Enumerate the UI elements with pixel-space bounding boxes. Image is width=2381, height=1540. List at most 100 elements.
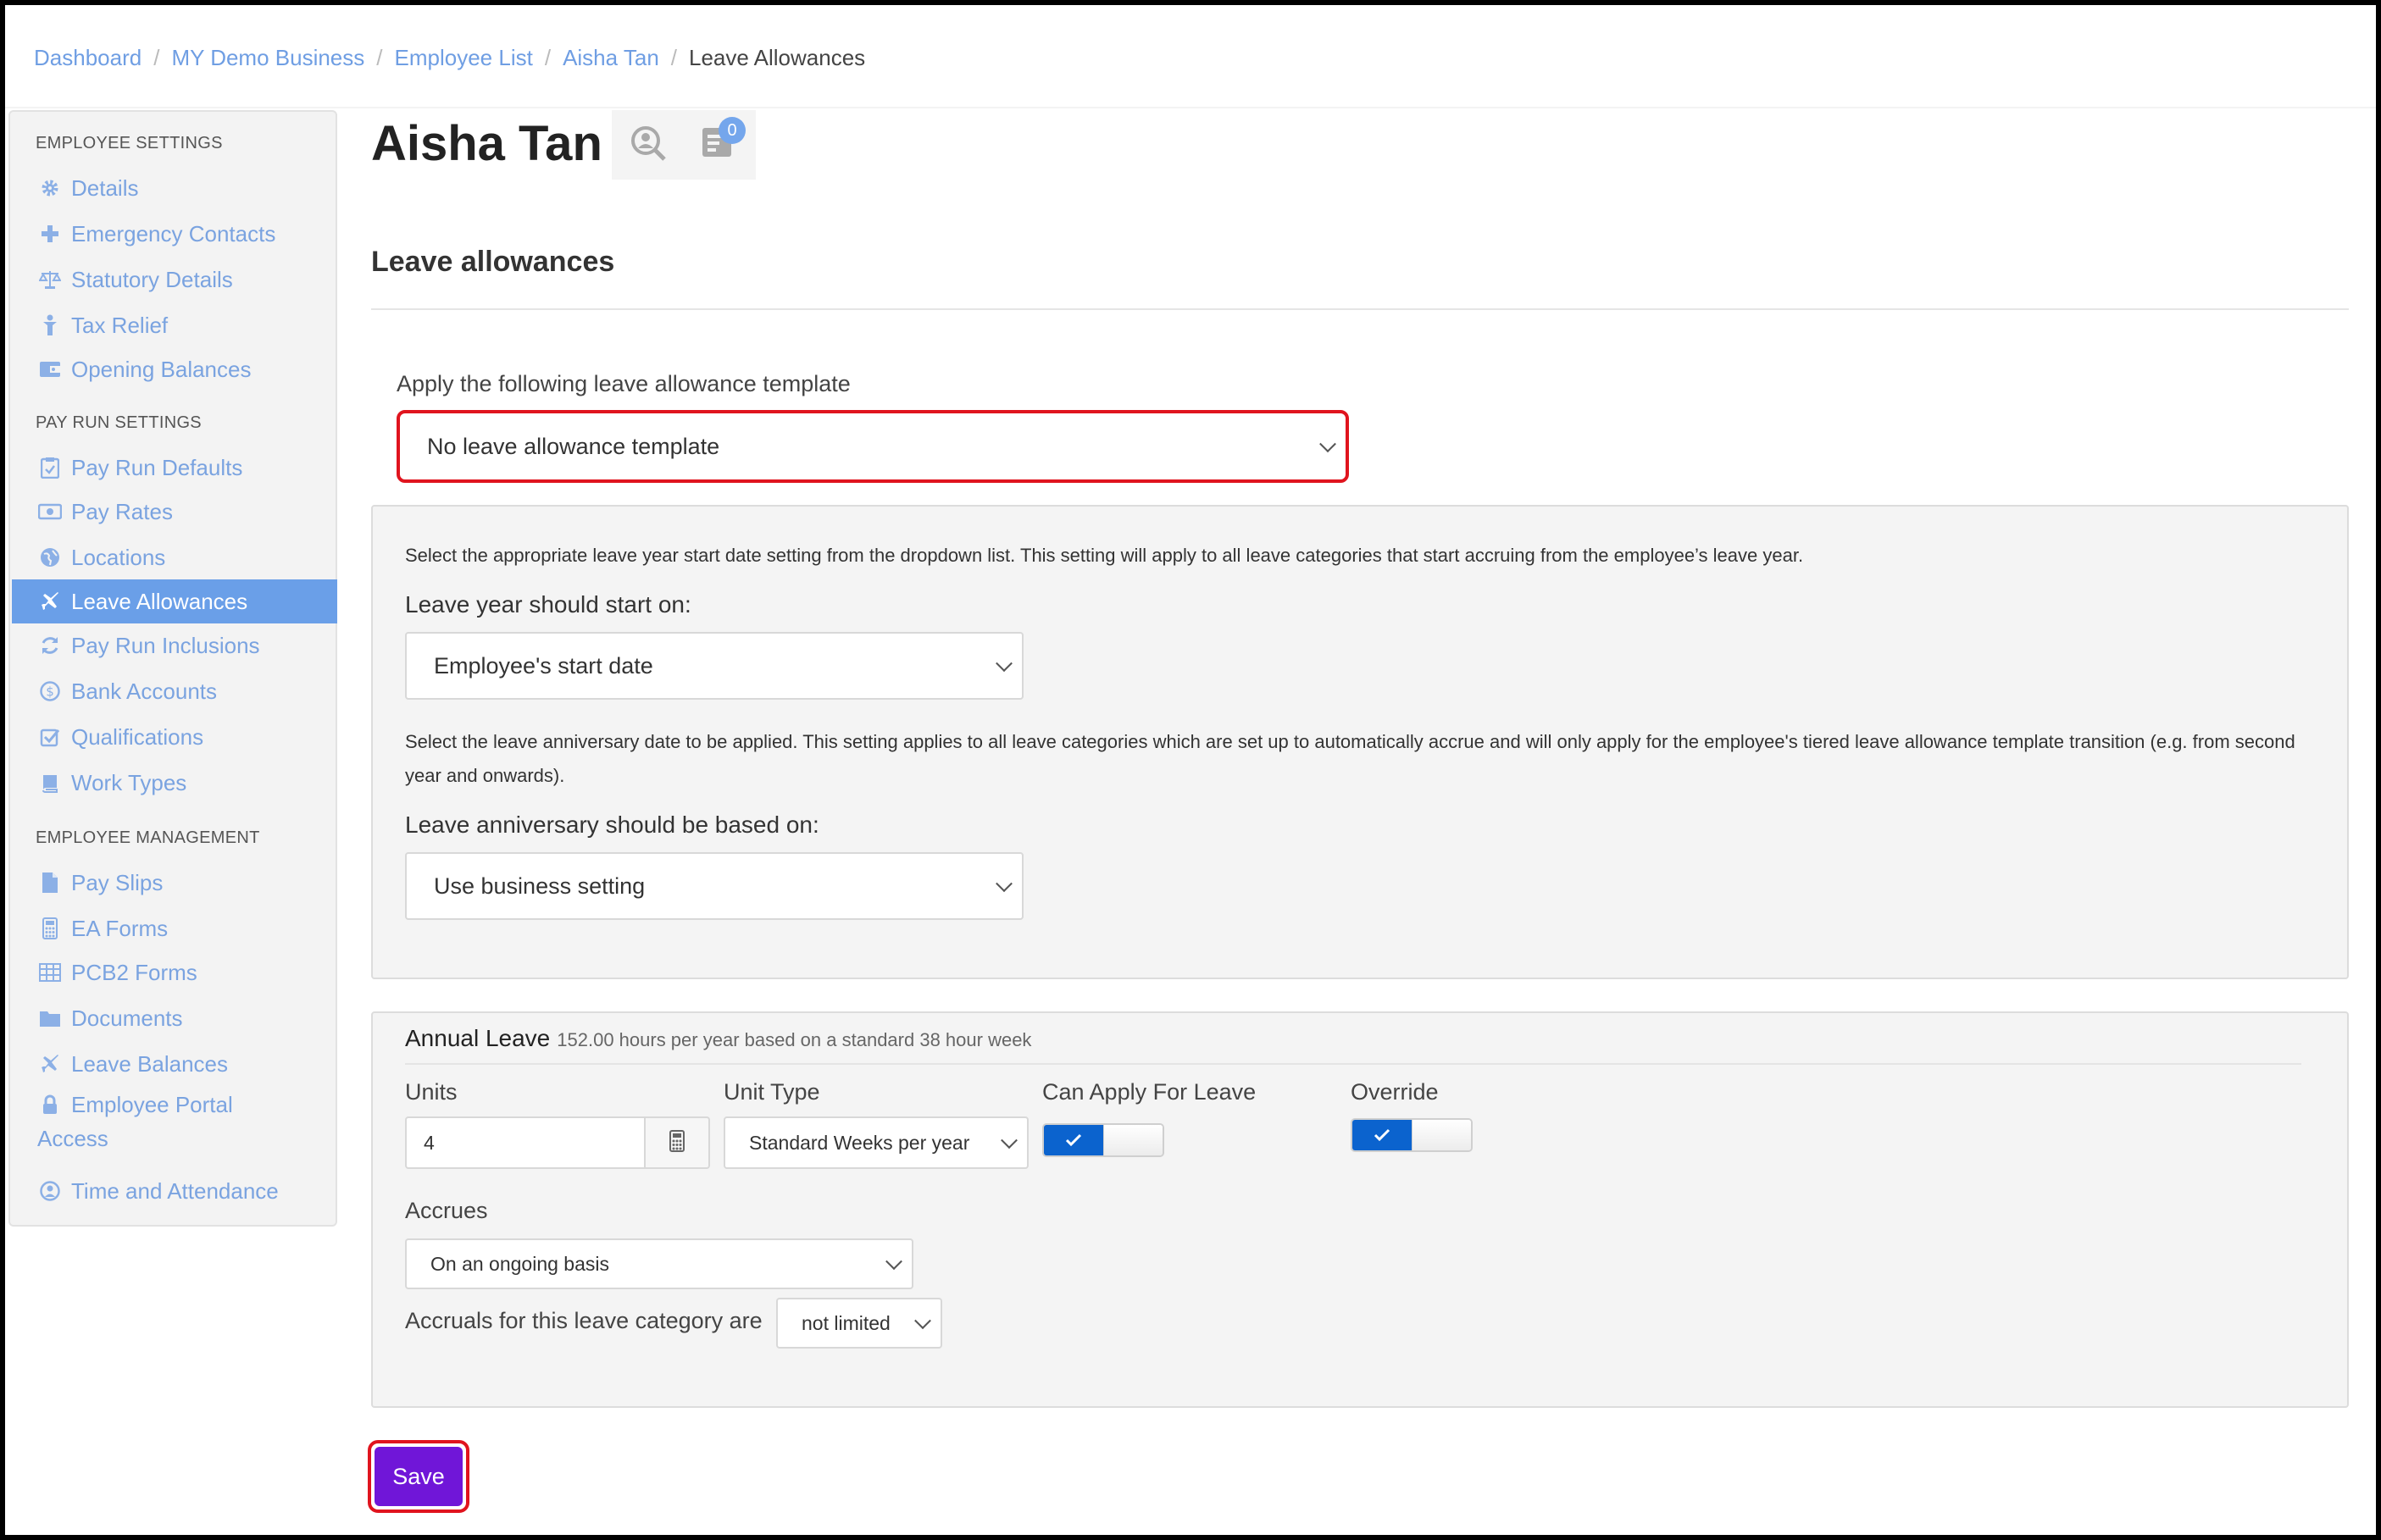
- table-icon: [37, 963, 63, 982]
- sidebar-item-bank-accounts[interactable]: $ Bank Accounts: [12, 669, 337, 713]
- gear-icon: [37, 178, 63, 198]
- toggle-knob: [1412, 1120, 1471, 1150]
- sidebar-item-tax-relief[interactable]: Tax Relief: [12, 303, 337, 347]
- anniversary-value: Use business setting: [434, 872, 646, 899]
- sidebar-item-pay-slips[interactable]: Pay Slips: [12, 861, 337, 905]
- svg-text:$: $: [46, 684, 54, 700]
- anniversary-note: Select the leave anniversary date to be …: [405, 731, 2295, 786]
- unit-type-select[interactable]: Standard Weeks per year: [724, 1116, 1029, 1169]
- units-input[interactable]: 4: [405, 1116, 646, 1169]
- checkbox-icon: [37, 727, 63, 747]
- dollar-circle-icon: $: [37, 681, 63, 701]
- chevron-down-icon: [1001, 1132, 1018, 1149]
- view-profile-button[interactable]: [612, 110, 685, 180]
- annual-leave-subtitle: 152.00 hours per year based on a standar…: [557, 1029, 1032, 1050]
- leave-template-select[interactable]: No leave allowance template: [397, 410, 1349, 483]
- calculator-icon: [37, 917, 63, 939]
- sidebar-item-label: Statutory Details: [71, 266, 233, 292]
- breadcrumb-employee-list[interactable]: Employee List: [395, 45, 533, 71]
- sidebar-item-pay-rates[interactable]: Pay Rates: [12, 490, 337, 534]
- globe-icon: [37, 547, 63, 568]
- chevron-down-icon: [914, 1312, 931, 1330]
- sidebar-item-ea-forms[interactable]: EA Forms: [12, 906, 337, 950]
- anniversary-select[interactable]: Use business setting: [405, 852, 1024, 920]
- annual-leave-panel: [371, 1011, 2349, 1408]
- breadcrumb-separator: /: [670, 44, 678, 70]
- sidebar-item-label: Work Types: [71, 769, 187, 795]
- header-divider: [5, 107, 2376, 108]
- units-calculator-button[interactable]: [646, 1116, 710, 1169]
- accrues-label: Accrues: [405, 1198, 488, 1223]
- breadcrumb-employee[interactable]: Aisha Tan: [563, 45, 659, 71]
- sidebar-item-time-and-attendance[interactable]: Time and Attendance: [12, 1169, 337, 1213]
- units-value: 4: [424, 1131, 435, 1154]
- can-apply-toggle[interactable]: [1042, 1123, 1164, 1157]
- sidebar-item-work-types[interactable]: Work Types: [12, 761, 337, 805]
- leave-year-select[interactable]: Employee's start date: [405, 632, 1024, 700]
- sidebar-item-pay-run-defaults[interactable]: Pay Run Defaults: [12, 446, 337, 490]
- sidebar-item-details[interactable]: Details: [12, 166, 337, 210]
- sidebar-item-opening-balances[interactable]: Opening Balances: [12, 347, 337, 391]
- sidebar: EMPLOYEE SETTINGS Details Emergency Cont…: [8, 110, 337, 1227]
- wallet-icon: [37, 360, 63, 379]
- breadcrumb-dashboard[interactable]: Dashboard: [34, 45, 142, 71]
- unit-type-value: Standard Weeks per year: [749, 1131, 970, 1154]
- sidebar-item-label: Pay Rates: [71, 498, 173, 524]
- person-icon: [37, 314, 63, 336]
- plane-icon: [37, 591, 63, 612]
- sidebar-item-label: Employee Portal Access: [37, 1092, 233, 1151]
- sidebar-item-label: Leave Allowances: [71, 588, 248, 614]
- toggle-on-indicator: [1044, 1125, 1103, 1155]
- sidebar-heading-employee-settings: EMPLOYEE SETTINGS: [36, 134, 223, 152]
- toggle-knob: [1103, 1125, 1163, 1155]
- save-button[interactable]: Save: [375, 1447, 463, 1506]
- plane-icon: [37, 1054, 63, 1074]
- sidebar-item-label: Pay Slips: [71, 869, 164, 895]
- save-button-highlight: Save: [368, 1440, 469, 1513]
- sidebar-item-employee-portal-access[interactable]: Employee Portal Access: [12, 1079, 337, 1157]
- sidebar-item-documents[interactable]: Documents: [12, 996, 337, 1040]
- annual-leave-header: Annual Leave 152.00 hours per year based…: [405, 1025, 1031, 1052]
- override-label: Override: [1351, 1079, 1439, 1105]
- sidebar-item-pay-run-inclusions[interactable]: Pay Run Inclusions: [12, 623, 337, 668]
- sidebar-item-emergency-contacts[interactable]: Emergency Contacts: [12, 212, 337, 256]
- chevron-down-icon: [996, 655, 1013, 673]
- accrues-select[interactable]: On an ongoing basis: [405, 1238, 913, 1289]
- sidebar-item-pcb2-forms[interactable]: PCB2 Forms: [12, 950, 337, 994]
- user-search-icon: [630, 125, 667, 166]
- sidebar-heading-pay-run-settings: PAY RUN SETTINGS: [36, 413, 202, 432]
- section-divider: [371, 308, 2349, 310]
- sidebar-item-label: Locations: [71, 544, 166, 570]
- sidebar-item-label: Documents: [71, 1005, 183, 1031]
- section-title: Leave allowances: [371, 246, 615, 278]
- accruals-limit-select[interactable]: not limited: [776, 1298, 942, 1349]
- sidebar-item-label: Emergency Contacts: [71, 220, 276, 247]
- template-label: Apply the following leave allowance temp…: [397, 371, 851, 396]
- can-apply-label: Can Apply For Leave: [1042, 1079, 1257, 1105]
- sidebar-item-qualifications[interactable]: Qualifications: [12, 715, 337, 759]
- breadcrumb: Dashboard / MY Demo Business / Employee …: [34, 41, 865, 75]
- clock-user-icon: [37, 1181, 63, 1201]
- unit-type-label: Unit Type: [724, 1079, 820, 1105]
- sidebar-item-label: Pay Run Defaults: [71, 454, 243, 480]
- notes-button[interactable]: 0: [683, 110, 756, 180]
- sidebar-item-leave-allowances[interactable]: Leave Allowances: [12, 579, 337, 623]
- leave-year-note: Select the appropriate leave year start …: [405, 545, 1804, 566]
- breadcrumb-business[interactable]: MY Demo Business: [171, 45, 364, 71]
- sidebar-item-label: Tax Relief: [71, 312, 169, 338]
- sidebar-heading-employee-management: EMPLOYEE MANAGEMENT: [36, 828, 260, 847]
- anniversary-label: Leave anniversary should be based on:: [405, 812, 819, 838]
- clipboard-check-icon: [37, 457, 63, 479]
- sidebar-item-label: Pay Run Inclusions: [71, 632, 260, 658]
- sidebar-item-label: Opening Balances: [71, 356, 252, 382]
- sidebar-item-statutory-details[interactable]: Statutory Details: [12, 258, 337, 302]
- breadcrumb-separator: /: [153, 44, 160, 70]
- toggle-on-indicator: [1352, 1120, 1412, 1150]
- accruals-limit-value: not limited: [802, 1311, 891, 1334]
- breadcrumb-separator: /: [544, 44, 552, 70]
- accruals-label: Accruals for this leave category are: [405, 1308, 763, 1333]
- override-toggle[interactable]: [1351, 1118, 1473, 1152]
- breadcrumb-current: Leave Allowances: [689, 44, 866, 70]
- units-label: Units: [405, 1079, 458, 1105]
- sidebar-item-locations[interactable]: Locations: [12, 535, 337, 579]
